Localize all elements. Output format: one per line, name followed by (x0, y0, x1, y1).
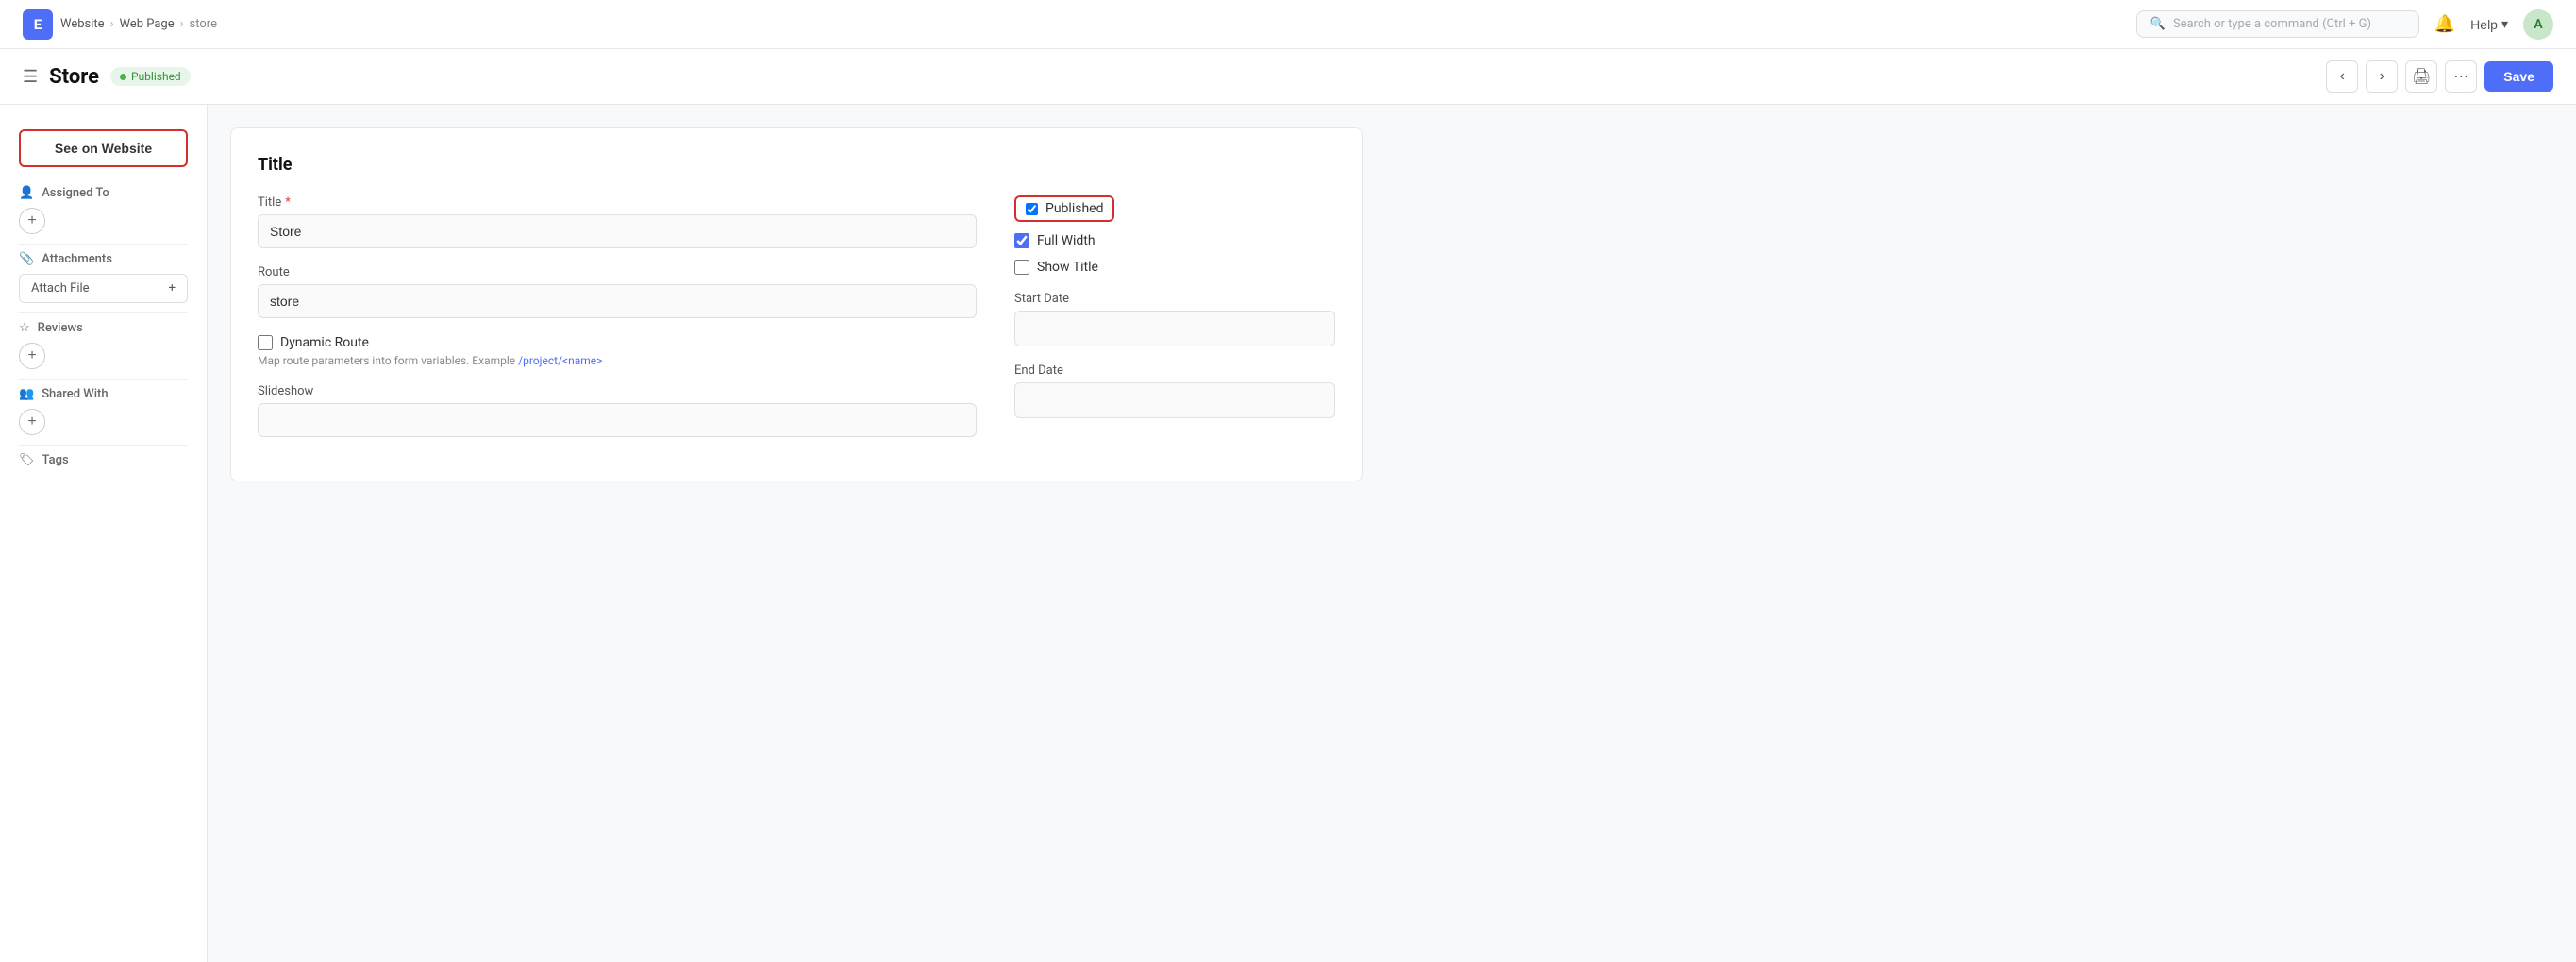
sidebar-item-shared-with: 👥 Shared With (19, 381, 188, 405)
published-checkbox-group: Published (1014, 195, 1335, 222)
tag-icon: 🏷 (19, 453, 35, 467)
save-button[interactable]: Save (2484, 61, 2553, 92)
page-title: Store (49, 65, 99, 89)
full-width-checkbox[interactable] (1014, 233, 1029, 248)
sidebar-item-assigned-to: 👤 Assigned To (19, 180, 188, 204)
form-row: Title * Route Dynam (258, 195, 1335, 454)
next-button[interactable]: › (2366, 60, 2398, 93)
end-date-group: End Date (1014, 363, 1335, 418)
end-date-label: End Date (1014, 363, 1335, 378)
route-input[interactable] (258, 284, 977, 318)
breadcrumb-webpage[interactable]: Web Page (119, 17, 174, 31)
help-button[interactable]: Help ▾ (2470, 16, 2508, 32)
divider-2 (19, 312, 188, 313)
show-title-checkbox[interactable] (1014, 260, 1029, 275)
dynamic-route-checkbox[interactable] (258, 335, 273, 350)
add-shared-with-button[interactable]: + (19, 409, 45, 435)
sidebar-section-top: See on Website 👤 Assigned To + 📎 Attachm… (0, 120, 207, 481)
start-date-label: Start Date (1014, 292, 1335, 306)
slideshow-input[interactable] (258, 403, 977, 437)
title-input[interactable] (258, 214, 977, 248)
attach-file-button[interactable]: Attach File + (19, 274, 188, 303)
shared-icon: 👥 (19, 387, 34, 401)
title-label: Title * (258, 195, 977, 210)
notification-bell-icon[interactable]: 🔔 (2434, 14, 2455, 34)
checkbox-group: Published Full Width Show Title (1014, 195, 1335, 275)
route-group: Route (258, 265, 977, 318)
breadcrumb-sep-2: › (180, 17, 184, 31)
full-width-checkbox-label[interactable]: Full Width (1014, 233, 1335, 248)
published-label[interactable]: Published (1045, 201, 1103, 216)
start-date-group: Start Date (1014, 292, 1335, 346)
page-header-right: ‹ › 🖨 ⋯ Save (2326, 60, 2553, 93)
end-date-input[interactable] (1014, 382, 1335, 418)
add-reviews-button[interactable]: + (19, 343, 45, 369)
breadcrumb-store: store (190, 17, 217, 31)
divider-4 (19, 445, 188, 446)
plus-icon: + (169, 281, 176, 295)
dynamic-route-checkbox-label[interactable]: Dynamic Route (258, 335, 977, 350)
published-badge: Published (110, 67, 191, 86)
see-on-website-button[interactable]: See on Website (19, 129, 188, 167)
add-assigned-to-button[interactable]: + (19, 208, 45, 234)
slideshow-label: Slideshow (258, 384, 977, 398)
page-header: ☰ Store Published ‹ › 🖨 ⋯ Save (0, 49, 2576, 105)
divider-3 (19, 379, 188, 380)
search-box[interactable]: 🔍 Search or type a command (Ctrl + G) (2136, 10, 2419, 38)
form-card: Title Title * Route (230, 127, 1363, 481)
chevron-down-icon: ▾ (2501, 16, 2508, 32)
topbar: E Website › Web Page › store 🔍 Search or… (0, 0, 2576, 49)
breadcrumb: Website › Web Page › store (60, 17, 217, 31)
app-icon[interactable]: E (23, 9, 53, 40)
slideshow-group: Slideshow (258, 384, 977, 437)
attachment-icon: 📎 (19, 252, 34, 266)
dynamic-route-group: Dynamic Route Map route parameters into … (258, 335, 977, 367)
title-group: Title * (258, 195, 977, 248)
more-options-button[interactable]: ⋯ (2445, 60, 2477, 93)
hamburger-icon[interactable]: ☰ (23, 67, 38, 87)
helper-link[interactable]: /project/<name> (518, 354, 602, 367)
page-header-left: ☰ Store Published (23, 65, 191, 89)
show-title-checkbox-label[interactable]: Show Title (1014, 260, 1335, 275)
required-star: * (285, 195, 291, 210)
form-col-left: Title * Route Dynam (258, 195, 977, 454)
search-placeholder: Search or type a command (Ctrl + G) (2173, 17, 2371, 31)
star-icon: ☆ (19, 321, 30, 335)
published-checkbox[interactable] (1026, 203, 1038, 215)
breadcrumb-sep-1: › (110, 17, 114, 31)
main-layout: See on Website 👤 Assigned To + 📎 Attachm… (0, 105, 2576, 962)
sidebar-item-tags: 🏷 Tags (19, 447, 188, 471)
sidebar-item-attachments: 📎 Attachments (19, 246, 188, 270)
avatar[interactable]: A (2523, 9, 2553, 40)
print-button[interactable]: 🖨 (2405, 60, 2437, 93)
start-date-input[interactable] (1014, 311, 1335, 346)
person-icon: 👤 (19, 186, 34, 200)
content-area: Title Title * Route (208, 105, 2576, 962)
sidebar: See on Website 👤 Assigned To + 📎 Attachm… (0, 105, 208, 962)
search-icon: 🔍 (2150, 17, 2166, 31)
helper-text: Map route parameters into form variables… (258, 354, 977, 367)
form-card-title: Title (258, 155, 1335, 175)
form-col-right: Published Full Width Show Title (1014, 195, 1335, 454)
previous-button[interactable]: ‹ (2326, 60, 2358, 93)
sidebar-item-reviews: ☆ Reviews (19, 315, 188, 339)
topbar-left: E Website › Web Page › store (23, 9, 217, 40)
published-dot (120, 74, 126, 80)
published-checkbox-wrapper: Published (1014, 195, 1114, 222)
divider-1 (19, 244, 188, 245)
breadcrumb-website[interactable]: Website (60, 17, 105, 31)
route-label: Route (258, 265, 977, 279)
topbar-right: 🔍 Search or type a command (Ctrl + G) 🔔 … (2136, 9, 2553, 40)
